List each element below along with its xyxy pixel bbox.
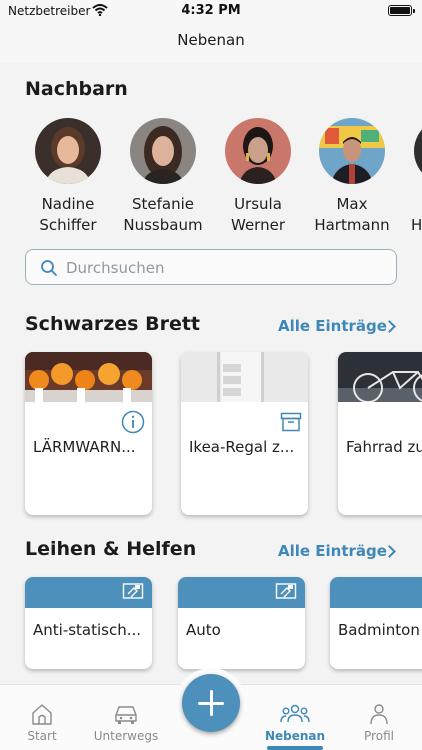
lend-card[interactable]: Anti-statisch... xyxy=(25,577,152,669)
neighbors-title: Nachbarn xyxy=(25,78,128,100)
main-content: Nachbarn Nadine Schiffer Stefanie Nussba… xyxy=(0,62,422,684)
battery-icon xyxy=(388,5,415,16)
clock: 4:32 PM xyxy=(181,3,241,18)
neighbor-first-name: Max xyxy=(336,195,368,213)
board-card[interactable]: LÄRMWARN... xyxy=(25,352,152,515)
people-icon xyxy=(280,704,310,723)
neighbor-last-name: Hartmann xyxy=(314,216,390,234)
tab-label: Profil xyxy=(364,729,394,743)
tab-label: Unterwegs xyxy=(93,729,159,743)
card-header xyxy=(178,577,305,608)
info-icon xyxy=(121,410,145,434)
card-image xyxy=(338,352,422,402)
tab-label: Nebenan xyxy=(264,729,326,743)
avatar xyxy=(414,118,422,184)
card-header xyxy=(25,577,152,608)
active-tab-indicator xyxy=(267,746,323,750)
card-title: Ikea-Regal z... xyxy=(189,438,295,456)
neighbor-first-name: Nadine xyxy=(41,195,95,213)
avatar xyxy=(225,118,291,184)
add-button[interactable] xyxy=(182,674,240,732)
search-box[interactable] xyxy=(25,249,397,285)
nav-header: Nebenan xyxy=(0,22,422,62)
neighbor-first-name: Stefanie xyxy=(131,195,194,213)
avatar xyxy=(35,118,101,184)
tab-start[interactable]: Start xyxy=(2,685,82,750)
tab-label: Start xyxy=(27,729,57,743)
lend-see-all-link[interactable]: Alle Einträge xyxy=(278,542,387,560)
avatar xyxy=(130,118,196,184)
board-title: Schwarzes Brett xyxy=(25,313,200,335)
person-icon xyxy=(370,704,388,725)
neighbor-last-name: Werner xyxy=(231,216,285,234)
board-card[interactable]: Ikea-Regal z... xyxy=(181,352,308,515)
lend-card[interactable]: Auto xyxy=(178,577,305,669)
tab-profil[interactable]: Profil xyxy=(339,685,419,750)
search-icon xyxy=(41,260,57,276)
search-input[interactable] xyxy=(66,257,386,279)
neighbor-first-name: Ursula xyxy=(234,195,282,213)
tab-nebenan[interactable]: Nebenan xyxy=(255,685,335,750)
card-title: Anti-statisch... xyxy=(33,621,142,639)
lend-card[interactable]: Badminton xyxy=(330,577,422,669)
status-bar: Netzbetreiber 4:32 PM xyxy=(0,0,422,22)
car-icon xyxy=(115,706,137,724)
box-icon xyxy=(280,412,302,432)
neighbor-last-name: H xyxy=(411,216,422,234)
home-icon xyxy=(32,704,52,725)
neighbor-last-name: Schiffer xyxy=(39,216,97,234)
hand-tool-icon xyxy=(122,583,144,599)
card-title: LÄRMWARN... xyxy=(33,438,136,456)
card-image xyxy=(25,352,152,402)
card-title: Fahrrad zu xyxy=(346,438,422,456)
lend-title: Leihen & Helfen xyxy=(25,538,197,560)
card-header xyxy=(330,577,422,608)
tab-unterwegs[interactable]: Unterwegs xyxy=(86,685,166,750)
card-image xyxy=(181,352,308,402)
card-title: Auto xyxy=(186,621,221,639)
board-card[interactable]: Fahrrad zu xyxy=(338,352,422,515)
board-see-all-link[interactable]: Alle Einträge xyxy=(278,317,387,335)
page-title: Nebenan xyxy=(177,31,245,49)
neighbor-last-name: Nussbaum xyxy=(123,216,203,234)
avatar xyxy=(319,118,385,184)
card-title: Badminton xyxy=(338,621,420,639)
hand-tool-icon xyxy=(275,583,297,599)
